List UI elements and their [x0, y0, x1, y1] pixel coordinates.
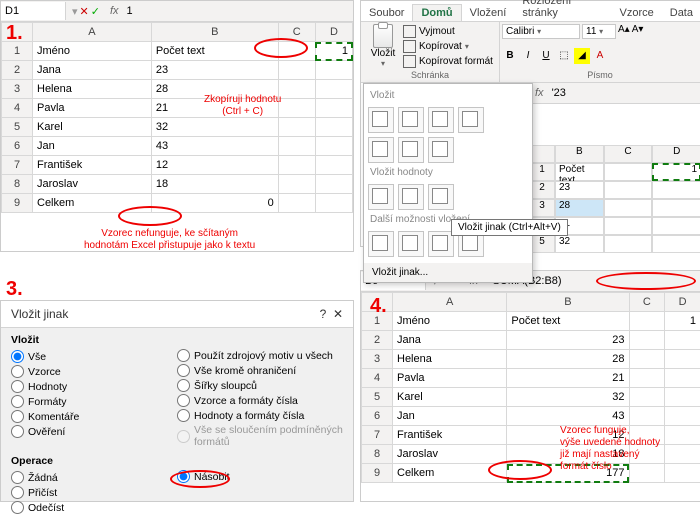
paste-values-icon[interactable]: [428, 184, 454, 210]
name-box[interactable]: D1: [1, 2, 66, 20]
decrease-font-icon[interactable]: A▾: [632, 24, 644, 39]
dialog-title: Vložit jinak: [11, 307, 68, 321]
border-button[interactable]: ⬚: [556, 48, 572, 64]
formula-bar[interactable]: 1: [123, 5, 353, 17]
paste-option-radio[interactable]: [177, 364, 190, 377]
paste-option-icon[interactable]: [458, 107, 484, 133]
paste-button[interactable]: Vložit ▾: [365, 24, 401, 69]
copy-annotation: Zkopíruji hodnotu (Ctrl + C): [204, 94, 281, 118]
font-color-button[interactable]: A: [592, 48, 608, 64]
paste-other-icon[interactable]: [398, 231, 424, 257]
close-icon[interactable]: ✕: [333, 307, 343, 321]
paste-option-radio[interactable]: [11, 350, 24, 363]
copy-button[interactable]: Kopírovat▾: [403, 39, 493, 54]
paste-option-icon[interactable]: [368, 107, 394, 133]
font-size-select[interactable]: 11 ▾: [582, 24, 616, 39]
clipboard-icon: [373, 24, 393, 48]
name-dropdown-icon[interactable]: ▾: [72, 5, 78, 18]
format-painter-button[interactable]: Kopírovat formát: [403, 54, 493, 69]
scissors-icon: [403, 25, 416, 38]
ribbon-tab[interactable]: Rozložení stránky: [514, 0, 611, 21]
fill-color-button[interactable]: ◢: [574, 48, 590, 64]
paste-option-radio[interactable]: [11, 365, 24, 378]
ribbon-tab[interactable]: Soubor: [361, 5, 412, 21]
paste-dropdown-menu: Vložit Vložit hodnoty Další možnosti vlo…: [363, 83, 533, 283]
ribbon-tab[interactable]: Data: [662, 5, 700, 21]
paste-option-icon[interactable]: [368, 137, 394, 163]
help-icon[interactable]: ?: [320, 307, 327, 321]
paste-option-radio[interactable]: [177, 394, 190, 407]
fx-icon[interactable]: fx: [531, 87, 548, 99]
bold-button[interactable]: B: [502, 48, 518, 64]
paste-option-radio[interactable]: [177, 409, 190, 422]
paste-option-radio[interactable]: [177, 430, 190, 443]
paste-option-icon[interactable]: [398, 137, 424, 163]
font-name-select[interactable]: Calibri ▾: [502, 24, 580, 39]
step-4-label: 4.: [370, 295, 387, 318]
step-1-label: 1.: [6, 22, 23, 45]
paste-option-radio[interactable]: [11, 380, 24, 393]
paste-option-icon[interactable]: [398, 107, 424, 133]
paste-option-radio[interactable]: [11, 395, 24, 408]
step-3-label: 3.: [6, 278, 23, 301]
paste-option-radio[interactable]: [11, 486, 24, 499]
fx-icon[interactable]: fx: [106, 5, 123, 17]
paste-option-radio[interactable]: [11, 410, 24, 423]
paste-option-icon[interactable]: [428, 137, 454, 163]
paste-other-icon[interactable]: [368, 231, 394, 257]
clipboard-group-label: Schránka: [365, 70, 495, 80]
paste-values-icon[interactable]: [398, 184, 424, 210]
paste-option-radio[interactable]: [11, 471, 24, 484]
formula-fail-annotation: Vzorec nefunguje, ke sčítaným hodnotám E…: [84, 228, 255, 252]
font-group-label: Písmo: [502, 70, 698, 80]
paste-option-radio[interactable]: [11, 501, 24, 514]
underline-button[interactable]: U: [538, 48, 554, 64]
cut-button[interactable]: Vyjmout: [403, 24, 493, 39]
formula-bar-p2[interactable]: '23: [548, 87, 700, 99]
paste-values-icon[interactable]: [368, 184, 394, 210]
copy-icon: [403, 40, 416, 53]
paste-option-radio[interactable]: [177, 349, 190, 362]
cancel-icon[interactable]: ✕: [80, 5, 89, 18]
formula-ok-annotation: Vzorec funguje, výše uvedené hodnoty již…: [560, 425, 660, 473]
paste-option-icon[interactable]: [428, 107, 454, 133]
chevron-down-icon[interactable]: ▾: [381, 59, 385, 68]
paste-special-link[interactable]: Vložit jinak...: [364, 263, 532, 282]
ribbon-tab[interactable]: Vložení: [462, 5, 515, 21]
paste-option-radio[interactable]: [177, 379, 190, 392]
increase-font-icon[interactable]: A▴: [618, 24, 630, 39]
paste-special-tooltip: Vložit jinak (Ctrl+Alt+V): [451, 219, 568, 236]
ribbon-tab[interactable]: Vzorce: [612, 5, 662, 21]
paste-option-radio[interactable]: [11, 425, 24, 438]
confirm-icon[interactable]: ✓: [91, 5, 100, 18]
ribbon-tab[interactable]: Domů: [412, 4, 461, 21]
brush-icon: [403, 55, 416, 68]
italic-button[interactable]: I: [520, 48, 536, 64]
